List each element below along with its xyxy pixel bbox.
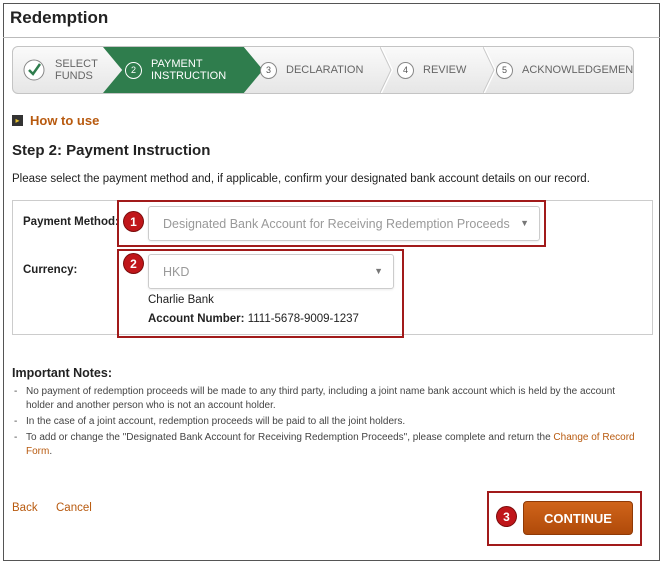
highlight-box-currency bbox=[117, 249, 404, 338]
step-label: ACKNOWLEDGEMENT bbox=[522, 64, 634, 76]
page-title: Redemption bbox=[10, 8, 109, 27]
progress-stepper: SELECT FUNDS 2 PAYMENT INSTRUCTION 3 DEC… bbox=[12, 46, 634, 94]
step-review: 4 REVIEW bbox=[397, 47, 497, 93]
step-label: REVIEW bbox=[423, 64, 467, 76]
important-notes-title: Important Notes: bbox=[12, 366, 112, 380]
step-payment-instruction: 2 PAYMENT INSTRUCTION bbox=[103, 47, 263, 93]
step-number: 2 bbox=[125, 61, 142, 79]
instructions-text: Please select the payment method and, if… bbox=[12, 173, 590, 185]
step-label: DECLARATION bbox=[286, 64, 364, 76]
how-to-use-link[interactable]: ▸ How to use bbox=[12, 113, 99, 128]
payment-method-label: Payment Method: bbox=[23, 216, 119, 228]
note-text: To add or change the "Designated Bank Ac… bbox=[26, 432, 554, 443]
checkmark-icon bbox=[23, 59, 45, 81]
step-acknowledgement: 5 ACKNOWLEDGEMENT bbox=[496, 47, 634, 93]
step-label-line1: PAYMENT bbox=[151, 58, 203, 70]
list-item: To add or change the "Designated Bank Ac… bbox=[12, 431, 642, 459]
step-badge-2: 2 bbox=[124, 254, 143, 273]
note-text-end: . bbox=[49, 446, 53, 457]
currency-label: Currency: bbox=[23, 264, 78, 276]
step-badge-1: 1 bbox=[124, 212, 143, 231]
continue-button[interactable]: CONTINUE bbox=[523, 501, 633, 535]
highlight-box-payment-method bbox=[117, 200, 546, 247]
step-label-line2: FUNDS bbox=[55, 70, 93, 82]
step-number: 5 bbox=[496, 61, 513, 79]
step-number: 3 bbox=[260, 61, 277, 79]
step-select-funds: SELECT FUNDS bbox=[23, 47, 113, 93]
cancel-link[interactable]: Cancel bbox=[56, 502, 92, 514]
step-declaration: 3 DECLARATION bbox=[258, 47, 393, 93]
step-number: 4 bbox=[397, 61, 414, 79]
list-item: In the case of a joint account, redempti… bbox=[12, 415, 642, 429]
step-label-line2: INSTRUCTION bbox=[151, 70, 227, 82]
back-link[interactable]: Back bbox=[12, 502, 38, 514]
important-notes-list: No payment of redemption proceeds will b… bbox=[12, 385, 642, 461]
step-label-line1: SELECT bbox=[55, 58, 98, 70]
title-divider bbox=[3, 37, 660, 38]
step-badge-3: 3 bbox=[497, 507, 516, 526]
list-item: No payment of redemption proceeds will b… bbox=[12, 385, 642, 413]
how-to-use-label: How to use bbox=[30, 113, 100, 128]
section-title: Step 2: Payment Instruction bbox=[12, 142, 211, 159]
chevron-right-icon: ▸ bbox=[12, 115, 23, 126]
